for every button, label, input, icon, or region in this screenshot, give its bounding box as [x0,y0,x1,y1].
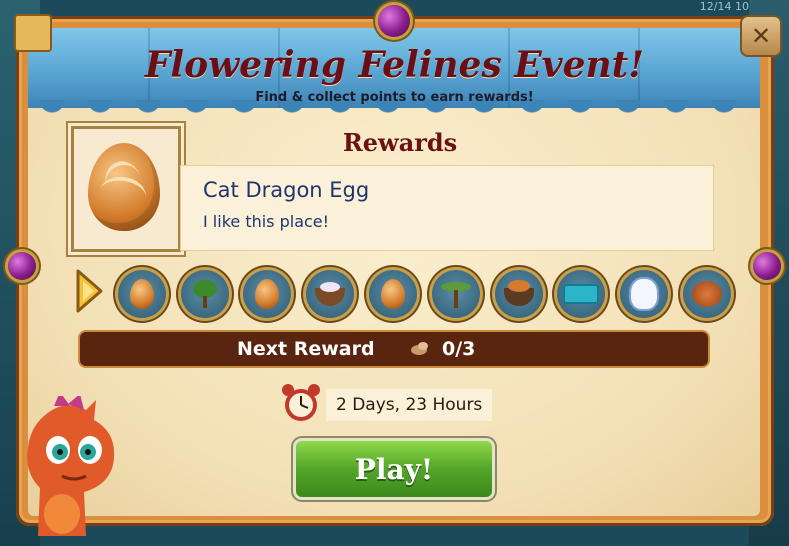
reward-name: Cat Dragon Egg [203,178,370,202]
reward-scroll-arrow-button[interactable] [74,268,104,314]
reward-slot-8[interactable] [557,270,605,318]
egg-icon [255,279,279,309]
cat-dragon-egg-icon [88,143,160,231]
event-title: Flowering Felines Event! [144,44,645,86]
right-gem-icon [753,252,781,280]
reward-slot-6[interactable] [432,270,480,318]
next-reward-label: Next Reward [237,338,375,360]
basket-icon [504,280,534,306]
reward-slot-9[interactable] [620,270,668,318]
reward-slot-2[interactable] [181,270,229,318]
reward-info-box: Cat Dragon Egg I like this place! [180,165,714,251]
tree-icon [192,280,218,308]
event-timer-text: 2 Days, 23 Hours [336,395,483,415]
armadillo-icon [692,281,722,307]
egg-icon [381,279,405,309]
reward-slot-3[interactable] [243,270,291,318]
point-token-icon [411,342,428,355]
event-subtitle: Find & collect points to earn rewards! [255,90,534,105]
left-gem-icon [8,252,36,280]
top-gem-icon [378,5,410,37]
pool-icon [563,284,599,304]
next-reward-count: 0/3 [442,338,476,360]
play-button[interactable]: Play! [296,441,492,497]
unicorn-icon [629,277,659,311]
egg-icon [130,279,154,309]
rewards-heading: Rewards [342,128,458,157]
selected-reward-preview [71,126,181,252]
alarm-clock-icon [282,384,320,421]
close-button[interactable]: ✕ [740,15,782,57]
nest-icon [315,282,345,306]
dragon-mascot-icon [27,396,115,536]
reward-description: I like this place! [203,212,330,231]
reward-slot-5[interactable] [369,270,417,318]
reward-slot-7[interactable] [495,270,543,318]
next-reward-progress-bar: Next Reward 0/3 [80,332,708,366]
reward-slot-10[interactable] [683,270,731,318]
reward-slot-4[interactable] [306,270,354,318]
close-icon: ✕ [750,22,772,50]
event-timer: 2 Days, 23 Hours [326,389,492,421]
reward-slot-1[interactable] [118,270,166,318]
acacia-tree-icon [441,280,471,308]
play-button-label: Play! [354,452,434,486]
